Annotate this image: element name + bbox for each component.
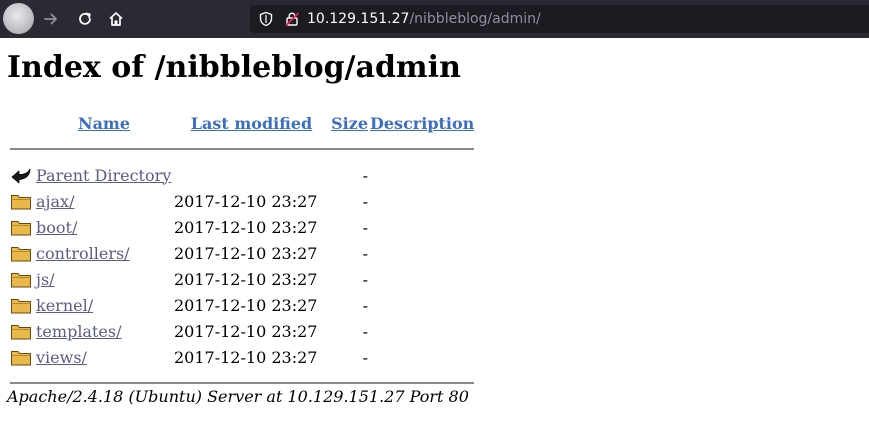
folder-link[interactable]: kernel/ xyxy=(36,296,93,315)
size-value: - xyxy=(362,269,368,289)
last-modified-value: 2017-12-10 23:27 xyxy=(174,295,318,315)
header-divider-row xyxy=(10,136,475,162)
table-row: templates/2017-12-10 23:27 - xyxy=(10,318,474,344)
parent-size: - xyxy=(362,165,368,185)
size-value: - xyxy=(362,191,368,211)
header-size: Size xyxy=(331,110,368,136)
reload-button[interactable] xyxy=(74,8,96,30)
folder-icon[interactable] xyxy=(10,217,32,237)
folder-icon[interactable] xyxy=(10,295,32,315)
description-value xyxy=(370,292,474,318)
folder-icon[interactable] xyxy=(10,243,32,263)
folder-icon-cell xyxy=(10,214,34,240)
header-name: Name xyxy=(36,110,172,136)
home-icon xyxy=(109,12,123,26)
insecure-lock-icon[interactable] xyxy=(284,11,300,27)
folder-icon-cell xyxy=(10,240,34,266)
last-modified-value: 2017-12-10 23:27 xyxy=(174,191,318,211)
description-value xyxy=(370,240,474,266)
sort-by-size-link[interactable]: Size xyxy=(331,114,368,133)
size-value: - xyxy=(362,295,368,315)
table-row: kernel/2017-12-10 23:27 - xyxy=(10,292,474,318)
url-path: /nibbleblog/admin/ xyxy=(409,11,541,27)
directory-listing: Name Last modified Size Description Pare… xyxy=(8,110,476,396)
url-host: 10.129.151.27 xyxy=(307,11,410,27)
last-modified-value: 2017-12-10 23:27 xyxy=(174,217,318,237)
table-row-parent: Parent Directory - xyxy=(10,162,474,188)
folder-icon-cell xyxy=(10,188,34,214)
folder-rows: ajax/2017-12-10 23:27- boot/2017-12-10 23… xyxy=(10,188,474,370)
description-value xyxy=(370,344,474,370)
account-avatar[interactable] xyxy=(3,3,34,34)
folder-icon[interactable] xyxy=(10,191,32,211)
browser-toolbar: 10.129.151.27/nibbleblog/admin/ xyxy=(0,0,869,38)
header-description: Description xyxy=(370,110,474,136)
last-modified-value: 2017-12-10 23:27 xyxy=(174,321,318,341)
folder-icon[interactable] xyxy=(10,269,32,289)
footer-divider xyxy=(10,382,475,384)
folder-link[interactable]: views/ xyxy=(36,348,87,367)
listing-header-row: Name Last modified Size Description xyxy=(10,110,474,136)
sort-by-description-link[interactable]: Description xyxy=(370,114,474,133)
folder-icon-cell xyxy=(10,266,34,292)
header-last-modified: Last modified xyxy=(174,110,329,136)
folder-link[interactable]: boot/ xyxy=(36,218,77,237)
folder-icon[interactable] xyxy=(10,321,32,341)
folder-link[interactable]: controllers/ xyxy=(36,244,130,263)
size-value: - xyxy=(362,321,368,341)
last-modified-value: 2017-12-10 23:27 xyxy=(174,269,318,289)
url-text[interactable]: 10.129.151.27/nibbleblog/admin/ xyxy=(307,10,541,28)
page-title: Index of /nibbleblog/admin xyxy=(7,50,461,85)
shield-icon[interactable] xyxy=(258,11,274,27)
folder-icon[interactable] xyxy=(10,347,32,367)
folder-icon-cell xyxy=(10,344,34,370)
description-value xyxy=(370,188,474,214)
table-row: js/2017-12-10 23:27 - xyxy=(10,266,474,292)
home-button[interactable] xyxy=(105,8,127,30)
last-modified-value: 2017-12-10 23:27 xyxy=(174,243,318,263)
sort-by-name-link[interactable]: Name xyxy=(78,114,130,133)
size-value: - xyxy=(362,217,368,237)
description-value xyxy=(370,214,474,240)
table-row: boot/2017-12-10 23:27 - xyxy=(10,214,474,240)
description-value xyxy=(370,318,474,344)
header-icon-cell xyxy=(10,110,34,136)
header-divider xyxy=(10,148,475,150)
folder-link[interactable]: templates/ xyxy=(36,322,121,341)
table-row: ajax/2017-12-10 23:27 - xyxy=(10,188,474,214)
description-value xyxy=(370,266,474,292)
folder-link[interactable]: js/ xyxy=(36,270,55,289)
table-row: controllers/2017-12-10 23:27 - xyxy=(10,240,474,266)
parent-icon-cell xyxy=(10,162,34,188)
last-modified-value: 2017-12-10 23:27 xyxy=(174,347,318,367)
folder-icon-cell xyxy=(10,318,34,344)
back-arrow-icon[interactable] xyxy=(10,165,32,185)
server-signature: Apache/2.4.18 (Ubuntu) Server at 10.129.… xyxy=(7,387,469,406)
table-row: views/2017-12-10 23:27 - xyxy=(10,344,474,370)
url-bar[interactable]: 10.129.151.27/nibbleblog/admin/ xyxy=(250,5,869,33)
reload-icon xyxy=(79,12,91,25)
size-value: - xyxy=(362,243,368,263)
forward-arrow-icon xyxy=(44,13,57,25)
parent-directory-link[interactable]: Parent Directory xyxy=(36,166,171,185)
folder-icon-cell xyxy=(10,292,34,318)
sort-by-modified-link[interactable]: Last modified xyxy=(191,114,312,133)
forward-button[interactable] xyxy=(40,8,62,30)
folder-link[interactable]: ajax/ xyxy=(36,192,74,211)
size-value: - xyxy=(362,347,368,367)
